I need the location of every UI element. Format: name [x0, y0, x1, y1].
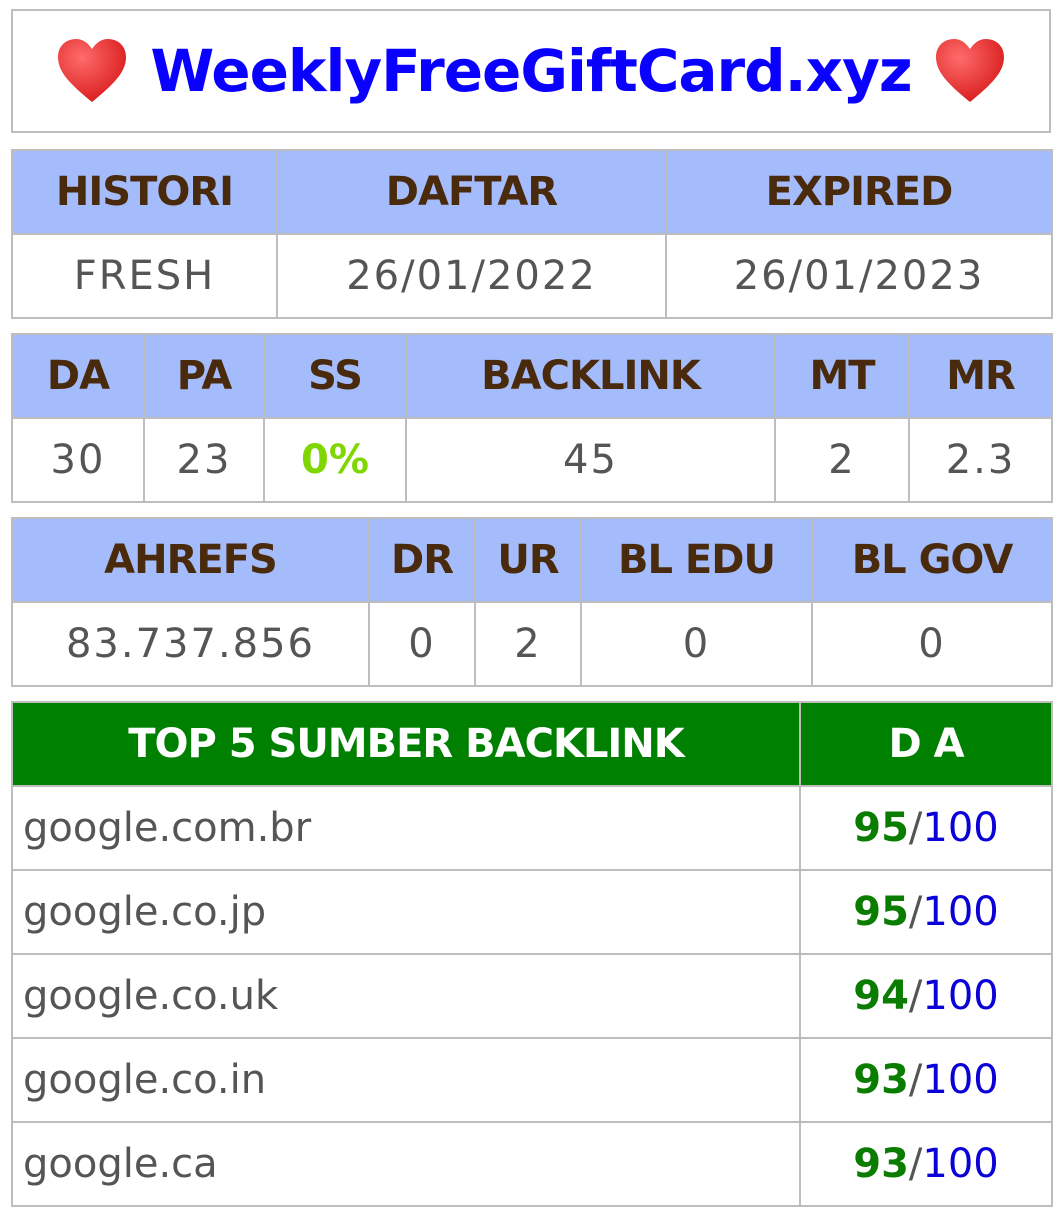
- backlink-da: 95/100: [799, 785, 1053, 871]
- header-backlink: BACKLINK: [405, 333, 776, 419]
- table-header-row: DA PA SS BACKLINK MT MR: [11, 333, 1053, 419]
- backlink-da: 94/100: [799, 953, 1053, 1039]
- backlink-value: 45: [405, 417, 776, 503]
- table-header-row: HISTORI DAFTAR EXPIRED: [11, 149, 1053, 235]
- table-row: google.ca 93/100: [11, 1121, 1053, 1207]
- ahrefs-value: 83.737.856: [11, 601, 370, 687]
- heart-icon: [58, 39, 127, 102]
- backlink-da: 93/100: [799, 1037, 1053, 1123]
- table-row: google.com.br 95/100: [11, 785, 1053, 871]
- table-row: google.co.uk 94/100: [11, 953, 1053, 1039]
- backlink-domain: google.co.uk: [11, 953, 801, 1039]
- backlink-domain: google.com.br: [11, 785, 801, 871]
- table-row: FRESH 26/01/2022 26/01/2023: [11, 233, 1053, 319]
- pa-value: 23: [143, 417, 265, 503]
- backlink-da: 95/100: [799, 869, 1053, 955]
- backlink-domain: google.co.jp: [11, 869, 801, 955]
- dr-value: 0: [368, 601, 476, 687]
- header-mt: MT: [774, 333, 910, 419]
- bl-edu-value: 0: [580, 601, 813, 687]
- bl-gov-value: 0: [811, 601, 1053, 687]
- header-expired: EXPIRED: [665, 149, 1053, 235]
- heart-icon: [935, 39, 1004, 102]
- expired-value: 26/01/2023: [665, 233, 1053, 319]
- metrics-table: DA PA SS BACKLINK MT MR 30 23 0% 45 2 2.…: [11, 333, 1053, 503]
- top5-backlink-table: TOP 5 SUMBER BACKLINK D A google.com.br …: [11, 701, 1053, 1207]
- site-title: WeeklyFreeGiftCard.xyz: [150, 37, 912, 105]
- table-row: google.co.in 93/100: [11, 1037, 1053, 1123]
- header-daftar: DAFTAR: [276, 149, 667, 235]
- backlink-da: 93/100: [799, 1121, 1053, 1207]
- domain-info-table: HISTORI DAFTAR EXPIRED FRESH 26/01/2022 …: [11, 149, 1053, 319]
- mr-value: 2.3: [908, 417, 1053, 503]
- header-ur: UR: [474, 517, 582, 603]
- ss-value: 0%: [263, 417, 407, 503]
- backlink-domain: google.ca: [11, 1121, 801, 1207]
- table-header-row: AHREFS DR UR BL EDU BL GOV: [11, 517, 1053, 603]
- table-row: 83.737.856 0 2 0 0: [11, 601, 1053, 687]
- header-ss: SS: [263, 333, 407, 419]
- mt-value: 2: [774, 417, 910, 503]
- header-bl-edu: BL EDU: [580, 517, 813, 603]
- header-pa: PA: [143, 333, 265, 419]
- da-value: 30: [11, 417, 145, 503]
- header-mr: MR: [908, 333, 1053, 419]
- header-dr: DR: [368, 517, 476, 603]
- header-ahrefs: AHREFS: [11, 517, 370, 603]
- table-row: google.co.jp 95/100: [11, 869, 1053, 955]
- header-da: DA: [11, 333, 145, 419]
- header-histori: HISTORI: [11, 149, 278, 235]
- histori-value: FRESH: [11, 233, 278, 319]
- header-top5-da: D A: [799, 701, 1053, 787]
- table-row: 30 23 0% 45 2 2.3: [11, 417, 1053, 503]
- daftar-value: 26/01/2022: [276, 233, 667, 319]
- table-header-row: TOP 5 SUMBER BACKLINK D A: [11, 701, 1053, 787]
- header-bl-gov: BL GOV: [811, 517, 1053, 603]
- site-title-banner: WeeklyFreeGiftCard.xyz: [11, 9, 1051, 133]
- header-top5-sources: TOP 5 SUMBER BACKLINK: [11, 701, 801, 787]
- ur-value: 2: [474, 601, 582, 687]
- ahrefs-table: AHREFS DR UR BL EDU BL GOV 83.737.856 0 …: [11, 517, 1053, 687]
- backlink-domain: google.co.in: [11, 1037, 801, 1123]
